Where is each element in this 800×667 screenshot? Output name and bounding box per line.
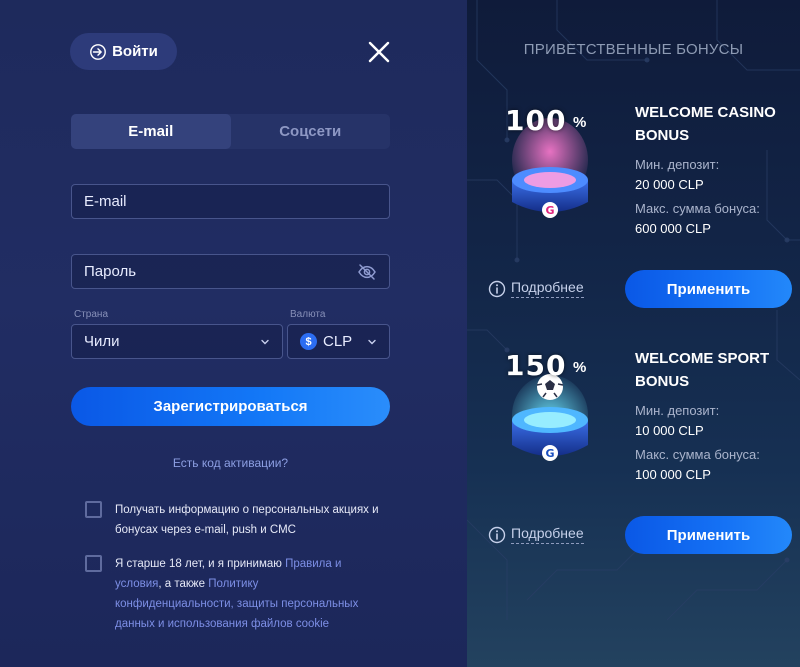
currency-select[interactable]: $ CLP <box>287 324 390 359</box>
casino-bonus-percent-sign: % <box>573 114 587 131</box>
promo-consent-row: Получать информацию о персональных акция… <box>85 500 380 540</box>
currency-value: CLP <box>323 333 353 350</box>
login-button[interactable]: Войти <box>70 33 177 70</box>
tab-email[interactable]: E-mail <box>71 114 231 149</box>
casino-bonus-percent: 100 <box>505 104 567 137</box>
age-consent-row: Я старше 18 лет, и я принимаю Правила и … <box>85 554 380 634</box>
country-label: Страна <box>74 309 109 320</box>
auth-tabs: E-mail Соцсети <box>71 114 390 149</box>
eye-hidden-icon[interactable] <box>357 262 377 282</box>
casino-max-bonus-value: 600 000 CLP <box>635 221 711 236</box>
sport-apply-button[interactable]: Применить <box>625 516 792 554</box>
sport-bonus-title: WELCOME SPORT BONUS <box>635 350 770 390</box>
age-consent-text: Я старше 18 лет, и я принимаю Правила и … <box>115 554 380 634</box>
sport-more-link[interactable]: Подробнее <box>488 525 584 544</box>
country-select[interactable]: Чили <box>71 324 283 359</box>
info-icon <box>488 280 506 297</box>
chevron-down-icon <box>261 339 269 344</box>
svg-text:G: G <box>545 447 554 460</box>
sport-min-deposit-value: 10 000 CLP <box>635 423 704 438</box>
casino-min-deposit-value: 20 000 CLP <box>635 177 704 192</box>
password-field[interactable]: Пароль <box>71 254 390 289</box>
sport-max-bonus-value: 100 000 CLP <box>635 467 711 482</box>
info-icon <box>488 526 506 543</box>
register-button[interactable]: Зарегистрироваться <box>71 387 390 426</box>
casino-apply-button[interactable]: Применить <box>625 270 792 308</box>
sport-bonus-percent: 150 <box>505 349 567 382</box>
tab-social[interactable]: Соцсети <box>231 114 391 149</box>
currency-label: Валюта <box>290 309 326 320</box>
password-placeholder: Пароль <box>84 263 137 280</box>
chevron-down-icon <box>368 339 376 344</box>
age-text-1: Я старше 18 лет, и я принимаю <box>115 558 286 570</box>
casino-more-link[interactable]: Подробнее <box>488 279 584 298</box>
country-value: Чили <box>84 333 120 350</box>
svg-text:G: G <box>545 204 554 217</box>
promo-checkbox[interactable] <box>85 501 102 518</box>
casino-max-bonus-label: Макс. сумма бонуса: <box>635 201 760 216</box>
sport-bonus-percent-sign: % <box>573 359 587 376</box>
currency-symbol-icon: $ <box>300 333 317 350</box>
welcome-bonuses-panel: ПРИВЕТСТВЕННЫЕ БОНУСЫ G 100 % WELCOME CA… <box>467 0 800 667</box>
close-icon[interactable] <box>366 39 392 65</box>
sport-max-bonus-label: Макс. сумма бонуса: <box>635 447 760 462</box>
age-text-2: , а также <box>158 578 209 590</box>
promo-consent-text: Получать информацию о персональных акция… <box>115 504 379 536</box>
registration-panel: Войти E-mail Соцсети E-mail Пароль Стран… <box>0 0 467 667</box>
activation-code-link[interactable]: Есть код активации? <box>71 456 390 470</box>
email-field[interactable]: E-mail <box>71 184 390 219</box>
casino-min-deposit-label: Мин. депозит: <box>635 157 720 172</box>
login-label: Войти <box>112 43 158 60</box>
login-arrow-icon <box>90 43 107 60</box>
email-placeholder: E-mail <box>84 193 127 210</box>
bonuses-title: ПРИВЕТСТВЕННЫЕ БОНУСЫ <box>523 41 744 58</box>
sport-min-deposit-label: Мин. депозит: <box>635 403 720 418</box>
casino-more-label: Подробнее <box>511 279 584 298</box>
casino-bonus-title: WELCOME CASINO BONUS <box>635 104 776 144</box>
age-checkbox[interactable] <box>85 555 102 572</box>
sport-more-label: Подробнее <box>511 525 584 544</box>
